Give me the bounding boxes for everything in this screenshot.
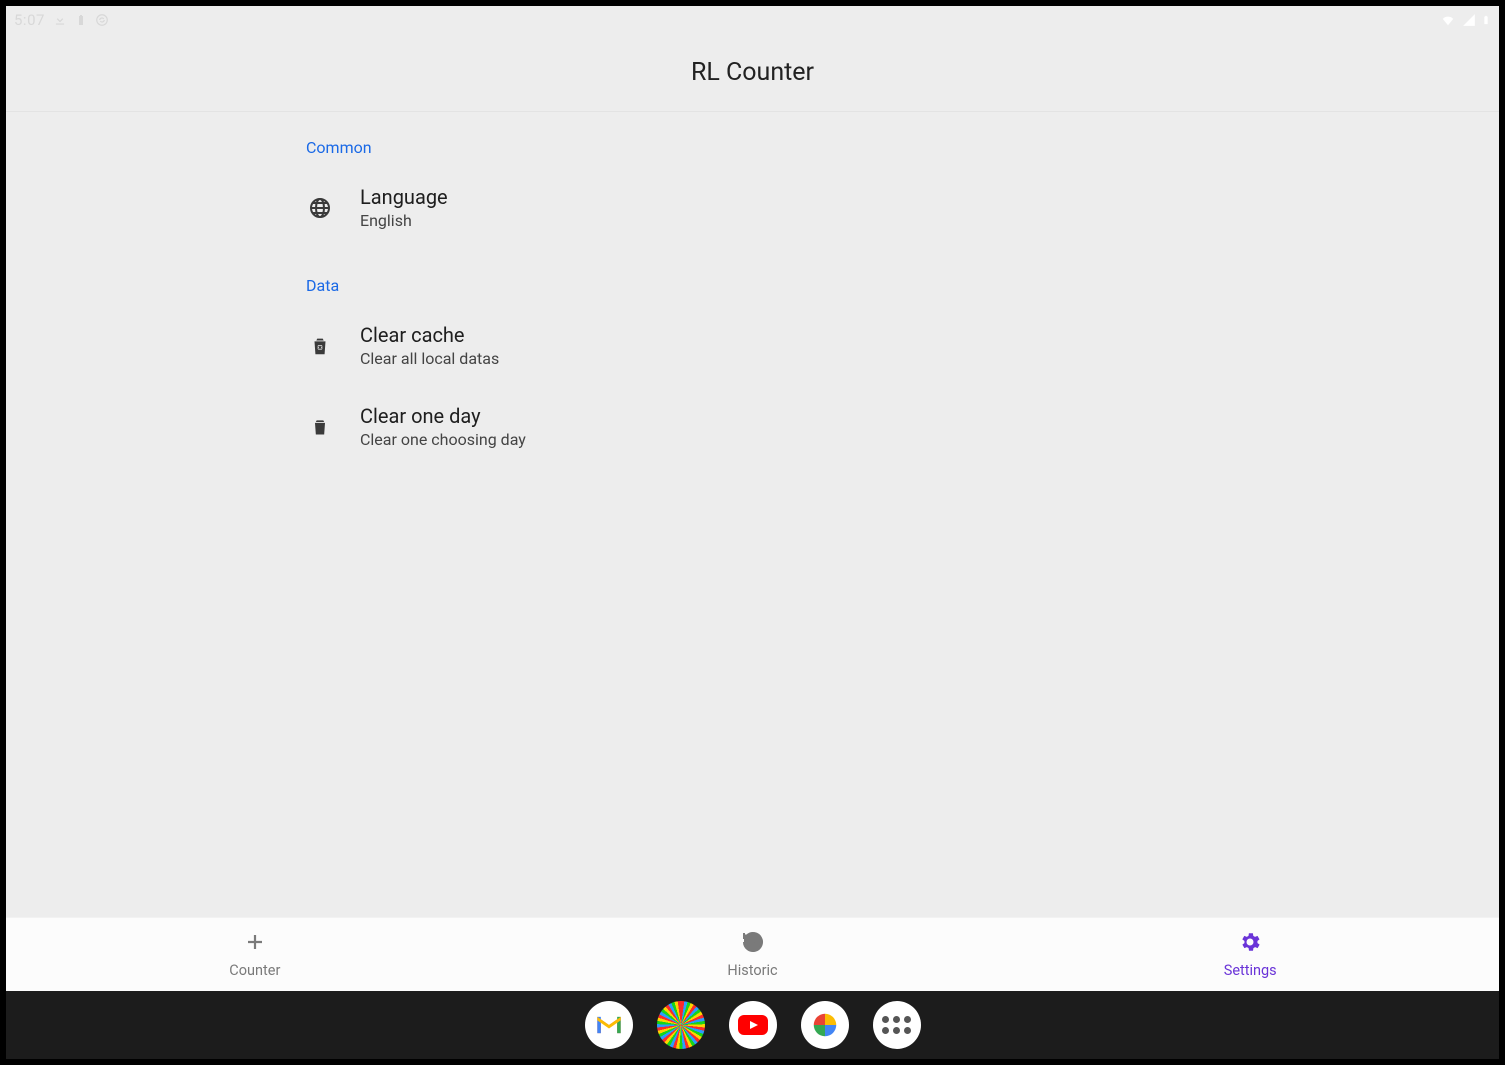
setting-subtitle: Clear all local datas	[360, 349, 499, 368]
dock-google-photos[interactable]	[801, 1001, 849, 1049]
nav-historic[interactable]: Historic	[504, 918, 1002, 991]
history-icon	[741, 930, 765, 958]
nav-counter[interactable]: Counter	[6, 918, 504, 991]
nav-label: Historic	[727, 962, 777, 979]
bottom-nav: Counter Historic Setting	[6, 917, 1499, 991]
wifi-icon	[1439, 13, 1457, 27]
apps-grid-icon	[882, 1016, 911, 1034]
battery-icon	[1481, 12, 1491, 28]
app-title: RL Counter	[691, 58, 814, 87]
status-left: 5:07	[14, 11, 109, 29]
nav-label: Settings	[1224, 962, 1277, 979]
device-frame: 5:07	[0, 0, 1505, 1065]
download-icon	[53, 13, 67, 27]
device-screen: 5:07	[6, 6, 1499, 1059]
battery-small-icon	[75, 13, 87, 27]
setting-clear-cache[interactable]: Clear cache Clear all local datas	[306, 305, 1206, 386]
setting-title: Clear one day	[360, 404, 526, 428]
delete-forever-icon	[306, 335, 334, 357]
dock-all-apps[interactable]	[873, 1001, 921, 1049]
status-time: 5:07	[14, 11, 45, 29]
settings-content: Common Language English	[6, 112, 1499, 917]
setting-title: Language	[360, 185, 448, 209]
sync-circle-icon	[95, 13, 109, 27]
section-header-data: Data	[306, 270, 1206, 305]
setting-subtitle: Clear one choosing day	[360, 430, 526, 449]
plus-icon	[243, 930, 267, 958]
setting-clear-one-day[interactable]: Clear one day Clear one choosing day	[306, 386, 1206, 467]
setting-clear-one-day-texts: Clear one day Clear one choosing day	[360, 404, 526, 449]
cell-signal-icon	[1461, 13, 1477, 27]
nav-label: Counter	[229, 962, 280, 979]
setting-title: Clear cache	[360, 323, 499, 347]
setting-subtitle: English	[360, 211, 448, 230]
android-dock	[6, 991, 1499, 1059]
delete-icon	[306, 416, 334, 438]
dock-gmail[interactable]	[585, 1001, 633, 1049]
status-right	[1439, 12, 1491, 28]
setting-clear-cache-texts: Clear cache Clear all local datas	[360, 323, 499, 368]
android-status-bar: 5:07	[6, 6, 1499, 34]
globe-icon	[306, 196, 334, 220]
gear-icon	[1238, 930, 1262, 958]
settings-list: Common Language English	[306, 132, 1206, 467]
app-bar: RL Counter	[6, 34, 1499, 112]
dock-app-2[interactable]	[657, 1001, 705, 1049]
nav-settings[interactable]: Settings	[1001, 918, 1499, 991]
dock-youtube[interactable]	[729, 1001, 777, 1049]
setting-language-texts: Language English	[360, 185, 448, 230]
section-header-common: Common	[306, 132, 1206, 167]
setting-language[interactable]: Language English	[306, 167, 1206, 248]
